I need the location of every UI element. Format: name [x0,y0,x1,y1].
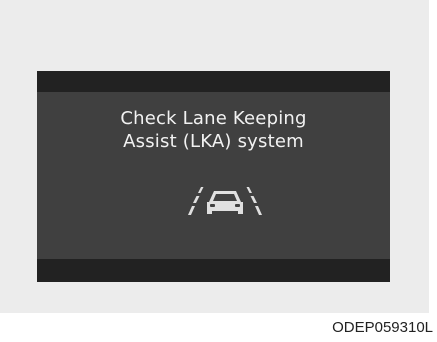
figure-code: ODEP059310L [332,319,433,336]
message-line-1: Check Lane Keeping [120,108,307,129]
message-line-2: Assist (LKA) system [123,131,304,152]
lka-warning-icon [188,187,262,215]
warning-message: Check Lane Keeping Assist (LKA) system [37,107,390,153]
display-bottom-bar [37,259,390,282]
cluster-display: Check Lane Keeping Assist (LKA) system [37,71,390,282]
display-top-bar [37,71,390,92]
